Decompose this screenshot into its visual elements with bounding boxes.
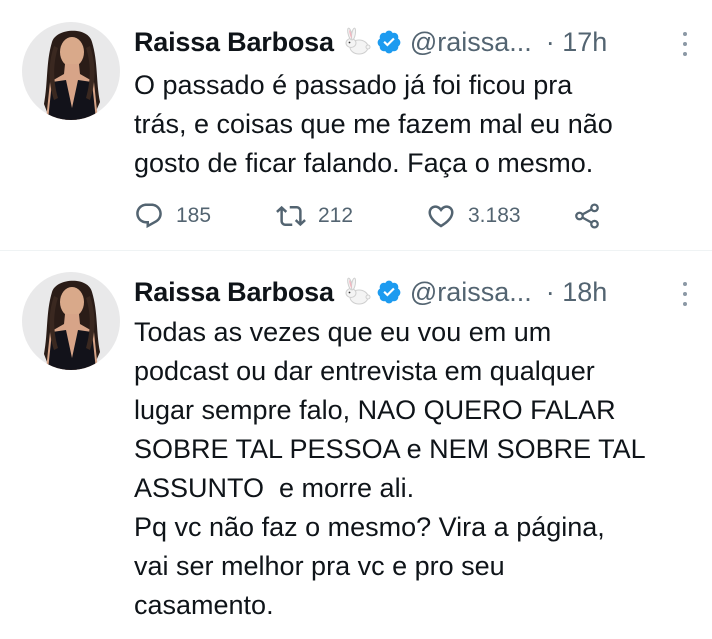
tweet-text-line: lugar sempre falo, NAO QUERO FALAR <box>134 395 616 425</box>
retweet-button[interactable]: 212 <box>276 201 426 231</box>
verified-badge-icon <box>376 29 402 55</box>
rabbit-icon <box>342 277 372 307</box>
avatar[interactable] <box>22 22 120 120</box>
tweet-text-line: trás, e coisas que me fazem mal eu não <box>134 109 613 139</box>
reply-button[interactable]: 185 <box>134 201 276 231</box>
verified-badge-icon <box>376 279 402 305</box>
tweet-header: Raissa Barbosa @raissa... · 18h <box>134 274 607 310</box>
tweet-text-line: ASSUNTO e morre ali. <box>134 473 415 503</box>
display-name[interactable]: Raissa Barbosa <box>134 277 334 308</box>
avatar[interactable] <box>22 272 120 370</box>
tweet-text: O passado é passado já foi ficou pra trá… <box>134 66 704 183</box>
tweet-text-line: Pq vc não faz o mesmo? Vira a página, <box>134 512 605 542</box>
timestamp[interactable]: · 18h <box>546 277 608 308</box>
tweet-text-line: vai ser melhor pra vc e pro seu <box>134 551 505 581</box>
share-button[interactable] <box>572 201 602 231</box>
avatar-image <box>22 22 120 120</box>
tweet-actions: 185 212 3.183 <box>134 198 602 234</box>
display-name[interactable]: Raissa Barbosa <box>134 27 334 58</box>
more-options-icon[interactable] <box>680 32 690 56</box>
avatar-image <box>22 272 120 370</box>
timestamp[interactable]: · 17h <box>546 27 608 58</box>
reply-count: 185 <box>176 204 212 227</box>
tweet-text-line: casamento. <box>134 590 274 620</box>
tweet[interactable]: Raissa Barbosa @raissa... · 18h Todas as… <box>0 252 712 639</box>
user-handle[interactable]: @raissa... <box>410 277 532 308</box>
like-count: 3.183 <box>468 204 521 227</box>
tweet-text-line: podcast ou dar entrevista em qualquer <box>134 356 595 386</box>
heart-icon <box>428 205 454 228</box>
tweet-header: Raissa Barbosa @raissa... · 17h <box>134 24 607 60</box>
retweet-count: 212 <box>318 204 354 227</box>
reply-icon <box>136 203 162 229</box>
rabbit-icon <box>342 27 372 57</box>
tweet-text: Todas as vezes que eu vou em um podcast … <box>134 313 704 625</box>
tweet-text-line: Todas as vezes que eu vou em um <box>134 317 552 347</box>
tweet-text-line: O passado é passado já foi ficou pra <box>134 70 573 100</box>
share-icon <box>575 203 599 229</box>
tweet[interactable]: Raissa Barbosa @raissa... · 17h O passad… <box>0 0 712 251</box>
like-button[interactable]: 3.183 <box>426 201 572 231</box>
more-options-icon[interactable] <box>680 282 690 306</box>
tweet-text-line: SOBRE TAL PESSOA e NEM SOBRE TAL <box>134 434 646 464</box>
retweet-icon <box>276 205 306 227</box>
tweet-text-line: gosto de ficar falando. Faça o mesmo. <box>134 148 594 178</box>
user-handle[interactable]: @raissa... <box>410 27 532 58</box>
